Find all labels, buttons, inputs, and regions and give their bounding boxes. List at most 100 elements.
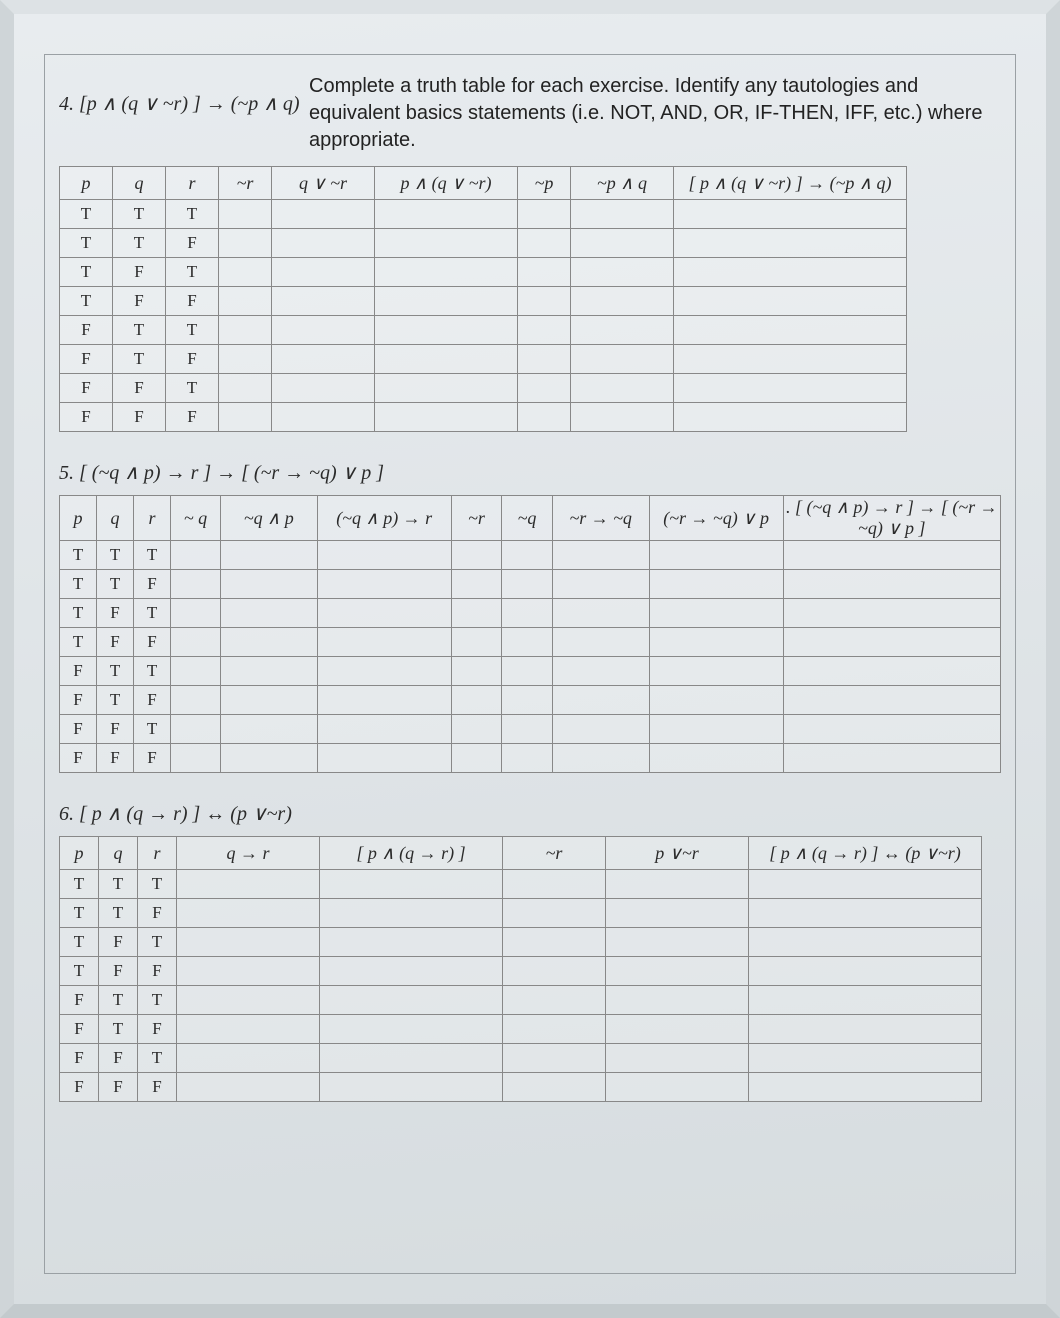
table-cell: F — [166, 229, 219, 258]
table-cell — [649, 570, 783, 599]
table-row: FFT — [60, 374, 907, 403]
table-cell — [451, 599, 501, 628]
column-header: p — [60, 167, 113, 200]
table-cell — [451, 570, 501, 599]
table-cell — [571, 345, 674, 374]
column-header: ~q — [502, 496, 553, 541]
table-cell — [783, 715, 1000, 744]
table-cell — [177, 899, 320, 928]
table-cell — [783, 599, 1000, 628]
table-cell — [518, 403, 571, 432]
table-cell — [272, 345, 375, 374]
table-cell: T — [138, 1044, 177, 1073]
table-cell — [749, 928, 982, 957]
table-cell: F — [166, 345, 219, 374]
table-cell — [317, 657, 451, 686]
table-cell: F — [166, 403, 219, 432]
column-header: r — [138, 837, 177, 870]
table-cell — [320, 957, 503, 986]
table-cell — [220, 686, 317, 715]
table-cell — [317, 715, 451, 744]
table-cell — [503, 870, 606, 899]
table-cell — [518, 345, 571, 374]
table-cell: T — [99, 899, 138, 928]
table-row: TTF — [60, 570, 1001, 599]
table-cell: T — [60, 899, 99, 928]
column-header: ~p ∧ q — [571, 167, 674, 200]
table-row: TTF — [60, 229, 907, 258]
table-cell: F — [99, 1044, 138, 1073]
table-cell — [272, 200, 375, 229]
table-cell: T — [60, 957, 99, 986]
table-cell — [219, 403, 272, 432]
table-cell — [171, 686, 221, 715]
table-cell: T — [113, 316, 166, 345]
table-cell — [220, 570, 317, 599]
table-row: TFF — [60, 957, 982, 986]
table-cell — [220, 628, 317, 657]
table-cell — [783, 744, 1000, 773]
table-cell — [220, 715, 317, 744]
table-cell: F — [60, 986, 99, 1015]
table-cell — [552, 541, 649, 570]
column-header: q — [113, 167, 166, 200]
table-cell — [375, 200, 518, 229]
table-cell — [783, 541, 1000, 570]
table-cell: F — [113, 258, 166, 287]
table-cell: F — [60, 657, 97, 686]
table-cell — [674, 316, 907, 345]
column-header: (~r → ~q) ∨ p — [649, 496, 783, 541]
table-row: FTT — [60, 657, 1001, 686]
column-header: (~q ∧ p) → r — [317, 496, 451, 541]
table-cell — [320, 870, 503, 899]
table-cell — [783, 657, 1000, 686]
worksheet-page: 4. [p ∧ (q ∨ ~r) ] → (~p ∧ q) Complete a… — [0, 0, 1060, 1318]
table-cell: T — [60, 928, 99, 957]
table-cell: T — [60, 599, 97, 628]
table-cell: T — [166, 374, 219, 403]
table-cell — [451, 715, 501, 744]
table-cell — [272, 374, 375, 403]
table-cell: T — [60, 870, 99, 899]
table-cell — [171, 628, 221, 657]
table-cell: F — [60, 744, 97, 773]
table-cell: F — [113, 374, 166, 403]
table-cell — [783, 570, 1000, 599]
column-header: q → r — [177, 837, 320, 870]
table-cell — [674, 258, 907, 287]
table-cell — [552, 599, 649, 628]
table-cell — [375, 229, 518, 258]
table-cell — [317, 570, 451, 599]
table-cell: F — [99, 928, 138, 957]
column-header: r — [166, 167, 219, 200]
column-header: [ p ∧ (q → r) ] — [320, 837, 503, 870]
column-header: q — [99, 837, 138, 870]
table-cell — [177, 1015, 320, 1044]
truth-table-5: pqr~ q~q ∧ p(~q ∧ p) → r~r~q~r → ~q(~r →… — [59, 495, 1001, 773]
table-cell: T — [113, 200, 166, 229]
table-cell — [571, 200, 674, 229]
table-cell — [219, 200, 272, 229]
table-cell — [749, 1073, 982, 1102]
table-cell — [171, 657, 221, 686]
table-cell — [320, 1073, 503, 1102]
table-cell — [571, 374, 674, 403]
table-cell: T — [138, 986, 177, 1015]
table-cell — [171, 715, 221, 744]
column-header: [ p ∧ (q → r) ] ↔ (p ∨~r) — [749, 837, 982, 870]
table-cell — [219, 258, 272, 287]
table-cell: F — [97, 715, 134, 744]
table-cell: T — [166, 200, 219, 229]
column-header: ~r → ~q — [552, 496, 649, 541]
table-cell: T — [97, 657, 134, 686]
table-cell: F — [166, 287, 219, 316]
table-cell — [451, 657, 501, 686]
table-cell — [749, 1015, 982, 1044]
table-cell: F — [60, 316, 113, 345]
table-cell — [375, 316, 518, 345]
table-cell: F — [134, 744, 171, 773]
table-row: FTT — [60, 316, 907, 345]
table-row: FTF — [60, 686, 1001, 715]
table-cell — [272, 229, 375, 258]
table-cell — [649, 686, 783, 715]
